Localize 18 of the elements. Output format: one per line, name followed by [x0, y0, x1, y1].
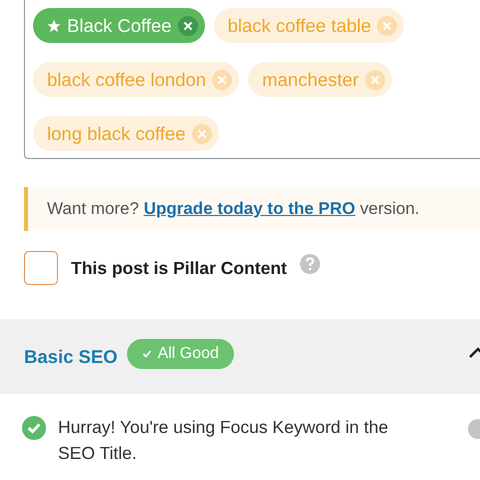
keyword-tag[interactable]: Black Coffee	[33, 8, 205, 43]
keyword-tag[interactable]: black coffee london	[33, 62, 240, 97]
check-text: Hurray! You're using Focus Keyword in the SEO Title.	[58, 416, 390, 465]
notice-text: Want more? Upgrade today to the PRO version.	[47, 199, 420, 219]
check-icon	[142, 348, 152, 358]
keyword-tag[interactable]: manchester	[248, 62, 392, 97]
keyword-field[interactable]: Black Coffee black coffee table black coffee london manchester long black coffee	[24, 0, 480, 159]
section-title: Basic SEO	[24, 346, 118, 368]
upgrade-link[interactable]: Upgrade today to the PRO	[144, 199, 356, 218]
pillar-checkbox[interactable]	[24, 251, 58, 285]
section-header[interactable]: Basic SEO All Good	[0, 319, 480, 394]
keyword-tag[interactable]: black coffee table	[214, 8, 404, 43]
star-icon	[47, 18, 61, 32]
pillar-label: This post is Pillar Content	[71, 258, 287, 278]
remove-icon[interactable]	[178, 16, 198, 36]
help-icon[interactable]	[300, 254, 320, 274]
status-badge: All Good	[126, 338, 234, 368]
keyword-tag[interactable]: long black coffee	[33, 116, 219, 151]
